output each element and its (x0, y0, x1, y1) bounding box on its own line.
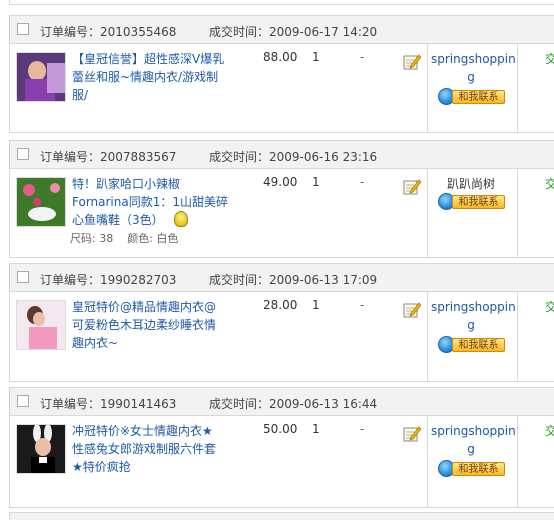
trade-status[interactable]: 交 (545, 422, 554, 439)
item-title-link[interactable]: 皇冠特价@精品情趣内衣@ 可爱粉色木耳边柔纱睡衣情 趣内衣~ (72, 298, 230, 352)
item-discount: - (360, 422, 365, 436)
prev-order-footer (9, 0, 554, 5)
order-number: 订单编号：1990282703 (40, 273, 177, 287)
order-header: 订单编号：2010355468 成交时间：2009-06-17 14:20 (9, 15, 554, 44)
contact-seller-button[interactable]: 和我联系 (438, 460, 508, 478)
item-thumbnail[interactable] (16, 300, 66, 350)
column-divider (427, 292, 428, 381)
item-thumbnail[interactable] (16, 52, 66, 102)
item-price: 50.00 (263, 422, 298, 436)
order-block: 订单编号：1990141463 成交时间：2009-06-13 16:44 冲冠… (9, 387, 554, 508)
deal-time: 成交时间：2009-06-13 16:44 (209, 397, 378, 411)
order-header: 订单编号：2007883567 成交时间：2009-06-16 23:16 (9, 140, 554, 169)
order-checkbox[interactable] (17, 395, 29, 407)
flower-badge-icon (174, 211, 188, 227)
contact-seller-button[interactable]: 和我联系 (438, 336, 508, 354)
order-block: 订单编号：2007883567 成交时间：2009-06-16 23:16 特！… (9, 140, 554, 258)
order-body: 【皇冠信誉】超性感深V爆乳 蕾丝和服~情趣内衣/游戏制 服/ 88.00 1 -… (9, 44, 554, 133)
contact-label: 和我联系 (452, 195, 505, 209)
order-number: 订单编号：2007883567 (40, 150, 177, 164)
spec-size: 38 (99, 232, 114, 245)
item-discount: - (360, 175, 365, 189)
column-divider (517, 292, 518, 381)
memo-pencil-icon[interactable] (403, 425, 421, 443)
column-divider (517, 169, 518, 257)
item-price: 28.00 (263, 298, 298, 312)
item-thumbnail[interactable] (16, 424, 66, 474)
column-divider (517, 416, 518, 507)
memo-pencil-icon[interactable] (403, 178, 421, 196)
item-price: 88.00 (263, 50, 298, 64)
item-title-link[interactable]: 【皇冠信誉】超性感深V爆乳 蕾丝和服~情趣内衣/游戏制 服/ (72, 50, 230, 104)
order-body: 特！趴家哈口小辣椒 Fornarina同款1：1山甜美碎 心鱼嘴鞋（3色） 尺码… (9, 169, 554, 258)
contact-label: 和我联系 (452, 90, 505, 104)
item-quantity: 1 (312, 298, 320, 312)
order-checkbox[interactable] (17, 271, 29, 283)
order-checkbox[interactable] (17, 148, 29, 160)
order-block: 订单编号：2010355468 成交时间：2009-06-17 14:20 【皇… (9, 15, 554, 133)
item-quantity: 1 (312, 50, 320, 64)
seller-name-link[interactable]: springshoppin g (431, 298, 516, 334)
order-number: 订单编号：1990141463 (40, 397, 177, 411)
trade-status[interactable]: 交 (545, 175, 554, 192)
order-header: 订单编号：1990141463 成交时间：2009-06-13 16:44 (9, 387, 554, 416)
deal-time: 成交时间：2009-06-13 17:09 (209, 273, 378, 287)
order-number: 订单编号：2010355468 (40, 25, 177, 39)
trade-status[interactable]: 交 (545, 298, 554, 315)
item-specs: 尺码: 38 颜色: 白色 (70, 232, 179, 245)
order-header: 订单编号：1990282703 成交时间：2009-06-13 17:09 (9, 263, 554, 292)
item-discount: - (360, 298, 365, 312)
item-quantity: 1 (312, 422, 320, 436)
seller-name-link[interactable]: springshoppin g (431, 50, 516, 86)
trade-status[interactable]: 交 (545, 50, 554, 67)
deal-time: 成交时间：2009-06-17 14:20 (209, 25, 378, 39)
item-price: 49.00 (263, 175, 298, 189)
contact-label: 和我联系 (452, 462, 505, 476)
memo-pencil-icon[interactable] (403, 301, 421, 319)
item-title-link[interactable]: 特！趴家哈口小辣椒 Fornarina同款1：1山甜美碎 心鱼嘴鞋（3色） (72, 175, 230, 229)
item-title-link[interactable]: 冲冠特价※女士情趣内衣★ 性感兔女郎游戏制服六件套 ★特价疯抢 (72, 422, 230, 476)
memo-pencil-icon[interactable] (403, 53, 421, 71)
seller-name-link[interactable]: springshoppin g (431, 422, 516, 458)
order-checkbox[interactable] (17, 23, 29, 35)
column-divider (427, 44, 428, 132)
column-divider (517, 44, 518, 132)
next-order-header (9, 512, 554, 520)
column-divider (427, 416, 428, 507)
deal-time: 成交时间：2009-06-16 23:16 (209, 150, 378, 164)
column-divider (427, 169, 428, 257)
item-quantity: 1 (312, 175, 320, 189)
order-block: 订单编号：1990282703 成交时间：2009-06-13 17:09 皇冠… (9, 263, 554, 382)
contact-seller-button[interactable]: 和我联系 (438, 193, 508, 211)
spec-color: 白色 (156, 232, 179, 245)
item-discount: - (360, 50, 365, 64)
seller-name-link[interactable]: 趴趴尚树 (431, 175, 511, 193)
order-body: 冲冠特价※女士情趣内衣★ 性感兔女郎游戏制服六件套 ★特价疯抢 50.00 1 … (9, 416, 554, 508)
order-body: 皇冠特价@精品情趣内衣@ 可爱粉色木耳边柔纱睡衣情 趣内衣~ 28.00 1 -… (9, 292, 554, 382)
contact-label: 和我联系 (452, 338, 505, 352)
item-thumbnail[interactable] (16, 177, 66, 227)
contact-seller-button[interactable]: 和我联系 (438, 88, 508, 106)
